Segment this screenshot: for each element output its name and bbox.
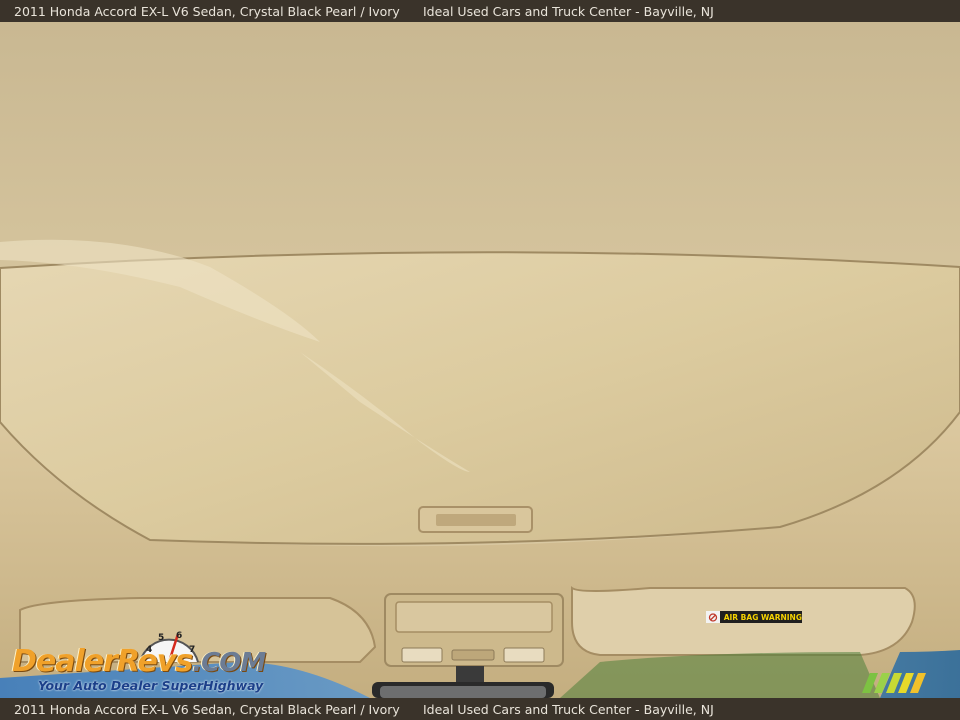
dealerrevs-watermark: 4 5 6 7 DealerRevs.COM Your Auto Dealer … [12,624,272,696]
brand-main: DealerRevs [12,644,193,679]
caption-bar-bottom: 2011 Honda Accord EX-L V6 Sedan, Crystal… [0,698,960,720]
dealer-caption: Ideal Used Cars and Truck Center - Bayvi… [423,3,714,19]
headliner-illustration [0,22,960,698]
gauge-number: 6 [176,631,182,641]
airbag-warning-label: AIR BAG WARNING [706,611,802,623]
brand-suffix: .COM [192,648,266,678]
vehicle-caption: 2011 Honda Accord EX-L V6 Sedan, Crystal… [14,3,400,19]
airbag-warning-text: AIR BAG WARNING [723,612,802,622]
dealer-caption-bottom: Ideal Used Cars and Truck Center - Bayvi… [423,701,714,717]
car-interior-photo [0,22,960,698]
stripes-logo-icon [862,673,926,693]
dealerrevs-wordmark: DealerRevs.COM [12,644,266,679]
dealerrevs-tagline: Your Auto Dealer SuperHighway [38,678,264,693]
gauge-number: 5 [158,633,164,643]
airbag-warning-icon [706,611,720,623]
vehicle-caption-bottom: 2011 Honda Accord EX-L V6 Sedan, Crystal… [14,701,400,717]
caption-bar-top: 2011 Honda Accord EX-L V6 Sedan, Crystal… [0,0,960,22]
